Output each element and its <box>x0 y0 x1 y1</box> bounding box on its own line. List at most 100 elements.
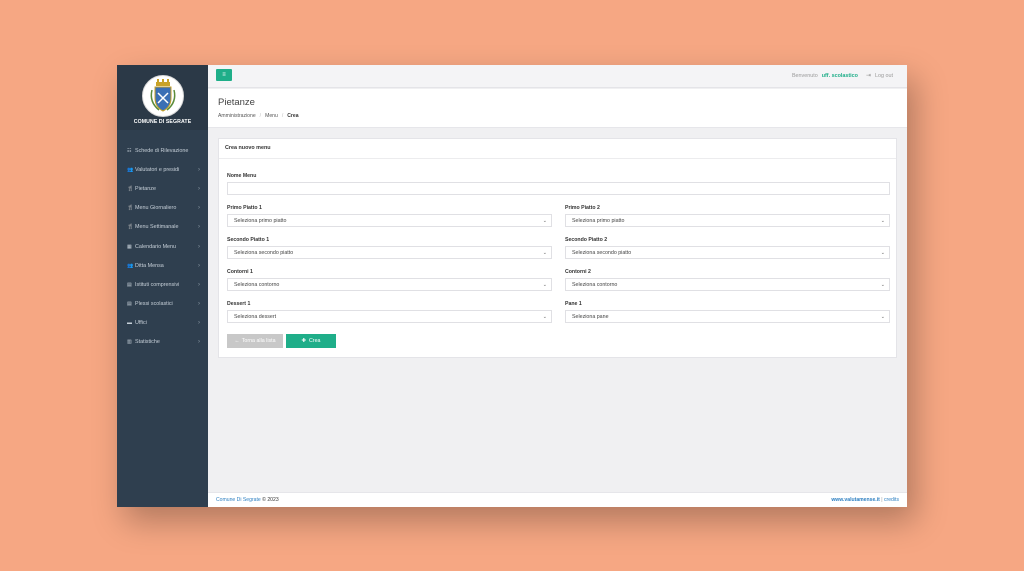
chevron-down-icon: ⌄ <box>542 249 547 256</box>
sidebar-item-statistiche[interactable]: ▥ Statistiche › <box>117 333 208 352</box>
secondo-piatto-2-select[interactable]: Seleziona secondo piatto ⌄ <box>565 246 890 259</box>
sidebar-item-label: Menu Giornaliero <box>135 205 177 212</box>
card-divider <box>219 158 896 159</box>
card-title: Crea nuovo menu <box>225 145 271 151</box>
create-menu-card: Crea nuovo menu Nome Menu Primo Piatto 1… <box>218 138 897 358</box>
select-value: Seleziona pane <box>572 313 609 320</box>
back-button-label: Torna alla lista <box>241 338 276 344</box>
footer-credits-link[interactable]: credits <box>884 497 899 503</box>
sidebar-item-valutatori[interactable]: 👥 Valutatori e presidi › <box>117 160 208 179</box>
breadcrumb-item-menu[interactable]: Menu <box>265 113 278 119</box>
chevron-down-icon: ⌄ <box>542 313 547 320</box>
pane-1-select[interactable]: Seleziona pane ⌄ <box>565 310 890 323</box>
sidebar: COMUNE DI SEGRATE ☷ Schede di Rilevazion… <box>117 65 208 507</box>
pane-1-label: Pane 1 <box>565 301 582 307</box>
dessert-1-select[interactable]: Seleziona dessert ⌄ <box>227 310 552 323</box>
sidebar-item-label: Menu Settimanale <box>135 224 179 231</box>
main-area: ≡ Benvenuto uff. scolastico ⇥ Log out Pi… <box>208 65 907 507</box>
sidebar-item-plessi[interactable]: ▤ Plessi scolastici › <box>117 295 208 314</box>
sidebar-item-label: Valutatori e presidi <box>135 166 180 173</box>
secondo-piatto-1-label: Secondo Piatto 1 <box>227 237 270 243</box>
plus-icon: ✚ <box>301 338 306 344</box>
calendar-icon: ▦ <box>127 243 132 250</box>
sidebar-item-ditta-mensa[interactable]: 👥 Ditta Mensa › <box>117 256 208 275</box>
menu-toggle-button[interactable]: ≡ <box>216 69 232 81</box>
building-icon: ▤ <box>127 281 132 288</box>
chevron-down-icon: ⌄ <box>880 281 885 288</box>
sidebar-item-label: Schede di Rilevazione <box>135 147 189 154</box>
chevron-down-icon: ⌄ <box>880 217 885 224</box>
cutlery-icon: 🍴 <box>127 224 134 231</box>
sidebar-item-label: Uffici <box>135 320 147 327</box>
chevron-right-icon: › <box>198 281 200 288</box>
cutlery-icon: 🍴 <box>127 185 134 192</box>
chevron-right-icon: › <box>198 185 200 192</box>
nome-menu-input[interactable] <box>227 182 890 195</box>
sidebar-item-label: Statistiche <box>135 339 160 346</box>
chevron-down-icon: ⌄ <box>542 217 547 224</box>
building-icon: ▤ <box>127 301 132 308</box>
contorni-2-select[interactable]: Seleziona contorno ⌄ <box>565 278 890 291</box>
chevron-right-icon: › <box>198 205 200 212</box>
footer-copyright: Comune Di Segrate © 2023 <box>216 497 279 503</box>
chevron-right-icon: › <box>198 224 200 231</box>
logout-icon[interactable]: ⇥ <box>866 72 871 79</box>
comune-name: COMUNE DI SEGRATE <box>133 119 192 125</box>
footer-copyright-text: © 2023 <box>262 497 279 503</box>
chevron-right-icon: › <box>198 262 200 269</box>
sidebar-item-label: Pietanze <box>135 185 156 192</box>
users-icon: 👥 <box>127 262 134 269</box>
comune-logo[interactable] <box>142 75 184 117</box>
user-name-link[interactable]: uff. scolastico <box>822 73 858 79</box>
footer-links: www.valutamense.it | credits <box>831 497 899 503</box>
page-title: Pietanze <box>218 97 255 108</box>
bar-chart-icon: ▥ <box>127 339 132 346</box>
chevron-down-icon: ⌄ <box>542 281 547 288</box>
chevron-right-icon: › <box>198 301 200 308</box>
create-button[interactable]: ✚ Crea <box>286 334 336 348</box>
sidebar-item-label: Calendario Menu <box>135 243 177 250</box>
back-to-list-button[interactable]: ← Torna alla lista <box>227 334 283 348</box>
folder-icon: ▬ <box>127 320 132 327</box>
coat-of-arms-icon <box>150 79 176 112</box>
contorni-1-select[interactable]: Seleziona contorno ⌄ <box>227 278 552 291</box>
sidebar-item-uffici[interactable]: ▬ Uffici › <box>117 314 208 333</box>
footer-divider: | <box>881 497 883 503</box>
sidebar-item-menu-settimanale[interactable]: 🍴 Menu Settimanale › <box>117 218 208 237</box>
breadcrumb-item-amministrazione[interactable]: Amministrazione <box>218 113 256 119</box>
breadcrumb-separator: / <box>259 113 262 119</box>
select-value: Seleziona primo piatto <box>572 217 625 224</box>
welcome-text: Benvenuto <box>791 72 818 79</box>
logout-link[interactable]: Log out <box>875 73 893 79</box>
sidebar-item-label: Ditta Mensa <box>135 262 164 269</box>
sidebar-item-schede[interactable]: ☷ Schede di Rilevazione <box>117 141 208 160</box>
secondo-piatto-1-select[interactable]: Seleziona secondo piatto ⌄ <box>227 246 552 259</box>
sidebar-item-pietanze[interactable]: 🍴 Pietanze › <box>117 179 208 198</box>
footer-org-link[interactable]: Comune Di Segrate <box>216 497 261 503</box>
page-header: Pietanze Amministrazione / Menu / Crea <box>208 89 907 128</box>
create-button-label: Crea <box>308 338 321 344</box>
cutlery-icon: 🍴 <box>127 205 134 212</box>
select-value: Seleziona primo piatto <box>234 217 287 224</box>
contorni-2-label: Contorni 2 <box>565 269 591 275</box>
footer: Comune Di Segrate © 2023 www.valutamense… <box>208 492 907 507</box>
app-window: COMUNE DI SEGRATE ☷ Schede di Rilevazion… <box>117 65 907 507</box>
sidebar-item-menu-giornaliero[interactable]: 🍴 Menu Giornaliero › <box>117 199 208 218</box>
breadcrumb: Amministrazione / Menu / Crea <box>218 113 299 119</box>
grid-icon: ☷ <box>127 147 132 154</box>
chevron-right-icon: › <box>198 243 200 250</box>
sidebar-item-calendario[interactable]: ▦ Calendario Menu › <box>117 237 208 256</box>
sidebar-nav: ☷ Schede di Rilevazione 👥 Valutatori e p… <box>117 141 208 352</box>
sidebar-item-label: Istituti comprensivi <box>135 281 180 288</box>
footer-site-link[interactable]: www.valutamense.it <box>831 497 880 503</box>
chevron-down-icon: ⌄ <box>880 313 885 320</box>
sidebar-item-label: Plessi scolastici <box>135 301 173 308</box>
primo-piatto-1-select[interactable]: Seleziona primo piatto ⌄ <box>227 214 552 227</box>
nome-menu-label: Nome Menu <box>227 173 257 179</box>
sidebar-brand: COMUNE DI SEGRATE <box>117 65 208 130</box>
chevron-right-icon: › <box>198 339 200 346</box>
sidebar-item-istituti[interactable]: ▤ Istituti comprensivi › <box>117 275 208 294</box>
secondo-piatto-2-label: Secondo Piatto 2 <box>565 237 608 243</box>
primo-piatto-2-select[interactable]: Seleziona primo piatto ⌄ <box>565 214 890 227</box>
user-area: Benvenuto uff. scolastico ⇥ Log out <box>791 72 893 80</box>
